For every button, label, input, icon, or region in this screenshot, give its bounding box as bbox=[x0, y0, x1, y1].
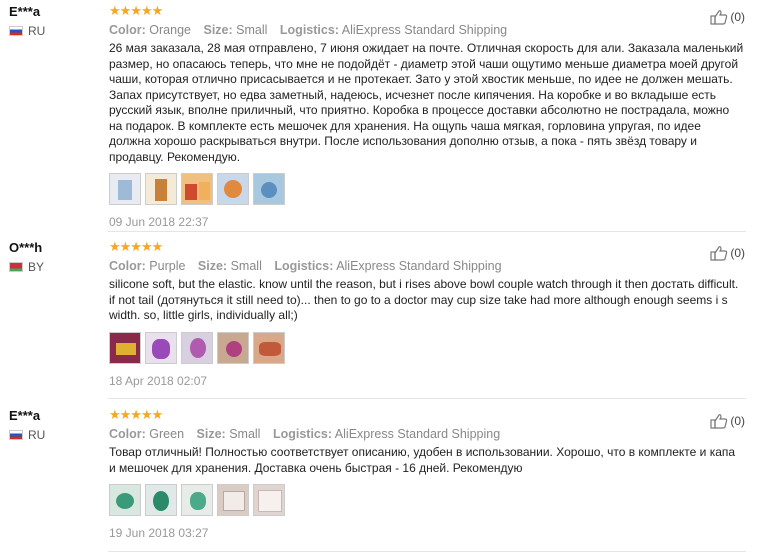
rating-stars: ★★★★★ bbox=[109, 239, 163, 254]
color-label: Color: bbox=[109, 427, 146, 441]
review-text: 26 мая заказала, 28 мая отправлено, 7 ию… bbox=[109, 41, 744, 164]
review-content: ★★★★★ Color: Green Size: Small Logistics… bbox=[109, 408, 744, 540]
thumbs-up-icon bbox=[710, 10, 728, 25]
review-photo-thumbnail[interactable] bbox=[145, 173, 177, 205]
review-divider bbox=[108, 231, 746, 232]
size-label: Size: bbox=[196, 427, 226, 441]
review-content: ★★★★★ Color: Purple Size: Small Logistic… bbox=[109, 240, 744, 388]
review-photos bbox=[109, 484, 744, 516]
review-date: 19 Jun 2018 03:27 bbox=[109, 526, 209, 540]
review-text: silicone soft, but the elastic. know unt… bbox=[109, 277, 739, 322]
review-photo-thumbnail[interactable] bbox=[109, 484, 141, 516]
review-photo-thumbnail[interactable] bbox=[217, 484, 249, 516]
review-divider bbox=[108, 551, 746, 552]
review-photo-thumbnail[interactable] bbox=[181, 484, 213, 516]
color-label: Color: bbox=[109, 23, 146, 37]
color-value: Orange bbox=[149, 23, 191, 37]
review-divider bbox=[108, 398, 746, 399]
helpful-count: (0) bbox=[730, 246, 745, 260]
review-photo-thumbnail[interactable] bbox=[217, 173, 249, 205]
review-meta: Color: Orange Size: Small Logistics: Ali… bbox=[109, 22, 744, 38]
helpful-count: (0) bbox=[730, 414, 745, 428]
review-date: 09 Jun 2018 22:37 bbox=[109, 215, 209, 229]
logistics-label: Logistics: bbox=[272, 427, 332, 441]
size-value: Small bbox=[236, 23, 268, 37]
russia-flag-icon bbox=[9, 26, 23, 36]
rating-stars: ★★★★★ bbox=[109, 3, 163, 18]
reviewer-country: BY bbox=[9, 260, 99, 274]
logistics-label: Logistics: bbox=[279, 23, 339, 37]
russia-flag-icon bbox=[9, 430, 23, 440]
color-value: Green bbox=[149, 427, 185, 441]
country-code: RU bbox=[28, 24, 46, 38]
review-photo-thumbnail[interactable] bbox=[181, 173, 213, 205]
thumbs-up-icon bbox=[710, 246, 728, 261]
review-photo-thumbnail[interactable] bbox=[145, 331, 177, 364]
color-value: Purple bbox=[149, 259, 186, 273]
size-label: Size: bbox=[197, 259, 228, 273]
helpful-button[interactable]: (0) bbox=[710, 413, 745, 429]
country-code: RU bbox=[28, 428, 46, 442]
review-photos bbox=[109, 331, 744, 364]
helpful-button[interactable]: (0) bbox=[710, 245, 745, 261]
color-label: Color: bbox=[109, 259, 146, 273]
size-label: Size: bbox=[203, 23, 233, 37]
helpful-button[interactable]: (0) bbox=[710, 9, 745, 25]
review-photo-thumbnail[interactable] bbox=[145, 484, 177, 516]
review-photo-thumbnail[interactable] bbox=[109, 173, 141, 205]
review-photo-thumbnail[interactable] bbox=[181, 331, 213, 364]
review-meta: Color: Green Size: Small Logistics: AliE… bbox=[109, 426, 744, 442]
reviewer-name: E***a bbox=[9, 408, 41, 423]
reviewer-name: E***a bbox=[9, 4, 41, 19]
review-photos bbox=[109, 173, 744, 205]
review-text: Товар отличный! Полностью соответствует … bbox=[109, 445, 736, 475]
country-code: BY bbox=[28, 260, 45, 274]
size-value: Small bbox=[230, 259, 262, 273]
reviewer-country: RU bbox=[9, 24, 99, 38]
review-photo-thumbnail[interactable] bbox=[253, 484, 285, 516]
size-value: Small bbox=[229, 427, 261, 441]
logistics-value: AliExpress Standard Shipping bbox=[341, 23, 508, 37]
review-date: 18 Apr 2018 02:07 bbox=[109, 373, 208, 388]
belarus-flag-icon bbox=[9, 262, 23, 272]
reviewer-country: RU bbox=[9, 428, 99, 442]
review-photo-thumbnail[interactable] bbox=[217, 331, 249, 364]
rating-stars: ★★★★★ bbox=[109, 407, 163, 422]
review-photo-thumbnail[interactable] bbox=[109, 331, 141, 364]
reviewer-info: O***h BY bbox=[9, 240, 99, 274]
reviewer-info: E***a RU bbox=[9, 4, 99, 38]
review-content: ★★★★★ Color: Orange Size: Small Logistic… bbox=[109, 4, 744, 229]
logistics-label: Logistics: bbox=[274, 259, 334, 273]
reviewer-name: O***h bbox=[9, 240, 43, 255]
logistics-value: AliExpress Standard Shipping bbox=[334, 427, 501, 441]
reviewer-info: E***a RU bbox=[9, 408, 99, 442]
review-photo-thumbnail[interactable] bbox=[253, 331, 285, 364]
review-photo-thumbnail[interactable] bbox=[253, 173, 285, 205]
thumbs-up-icon bbox=[710, 414, 728, 429]
logistics-value: AliExpress Standard Shipping bbox=[336, 259, 502, 273]
helpful-count: (0) bbox=[730, 10, 745, 24]
review-meta: Color: Purple Size: Small Logistics: Ali… bbox=[109, 258, 744, 274]
